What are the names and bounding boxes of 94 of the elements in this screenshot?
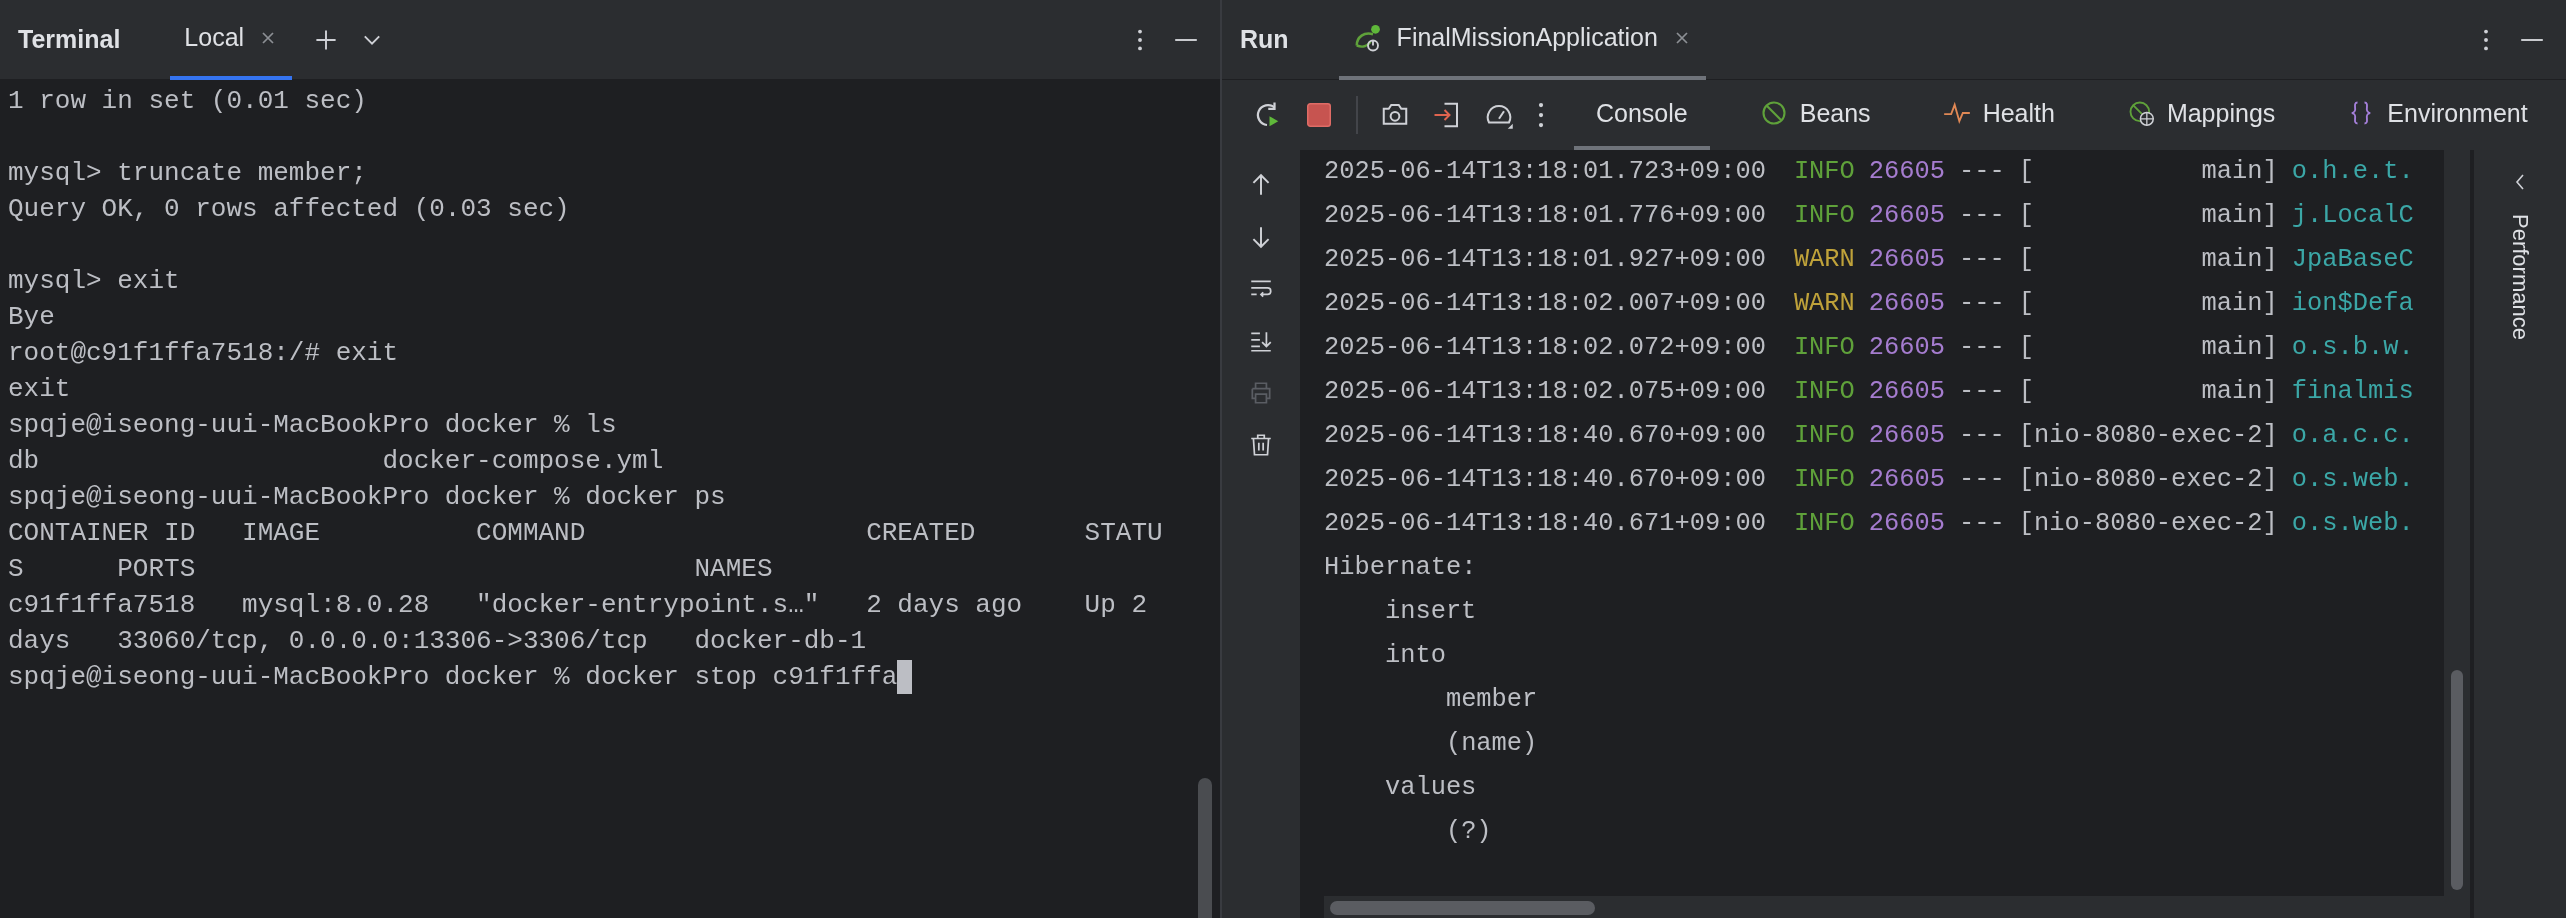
more-options-icon[interactable]: [1536, 100, 1546, 130]
terminal-tab[interactable]: Local: [170, 0, 293, 80]
log-level: INFO: [1793, 332, 1855, 364]
trash-icon[interactable]: [1248, 432, 1274, 458]
log-level: INFO: [1793, 156, 1855, 188]
logger-name: o.h.e.t.: [2291, 156, 2414, 188]
log-level: WARN: [1793, 244, 1855, 276]
log-separator: ---: [1959, 244, 2005, 276]
log-level: WARN: [1793, 288, 1855, 320]
terminal-line: db docker-compose.yml: [8, 445, 664, 478]
chevron-left-icon[interactable]: [2514, 172, 2526, 192]
process-id: 26605: [1868, 464, 1945, 496]
side-tab[interactable]: Performance: [2507, 214, 2533, 340]
log-separator: ---: [1959, 464, 2005, 496]
terminal-line: spqje@iseong-uui-MacBookPro docker % ls: [8, 409, 617, 442]
logger-name: JpaBaseC: [2291, 244, 2414, 276]
log-timestamp: 2025-06-14T13:18:02.075+09:00: [1324, 376, 1766, 408]
terminal-line: spqje@iseong-uui-MacBookPro docker % docker ps: [8, 481, 726, 514]
log-timestamp: 2025-06-14T13:18:01.776+09:00: [1324, 200, 1766, 232]
log-timestamp: 2025-06-14T13:18:40.670+09:00: [1324, 464, 1766, 496]
process-id: 26605: [1868, 156, 1945, 188]
terminal-line: S PORTS NAMES: [8, 553, 773, 586]
process-id: 26605: [1868, 376, 1945, 408]
scrollbar[interactable]: [1330, 901, 1595, 915]
logger-name: o.s.web.: [2291, 508, 2414, 540]
log-separator: ---: [1959, 420, 2005, 452]
terminal-line: exit: [8, 373, 71, 406]
process-id: 26605: [1868, 420, 1945, 452]
terminal-line: 1 row in set (0.01 sec): [8, 85, 367, 118]
view-tab[interactable]: Environment: [2325, 80, 2550, 150]
log-level: INFO: [1793, 508, 1855, 540]
process-id: 26605: [1868, 200, 1945, 232]
terminal-line: c91f1ffa7518 mysql:8.0.28 "docker-entrypoint.s…" 2 days ago Up 2: [8, 589, 1147, 622]
thread-name: [ main]: [2018, 156, 2278, 188]
log-timestamp: 2025-06-14T13:18:02.072+09:00: [1324, 332, 1766, 364]
logger-name: j.LocalC: [2291, 200, 2414, 232]
terminal-line: root@c91f1ffa7518:/# exit: [8, 337, 399, 370]
scrollbar[interactable]: [1198, 778, 1212, 918]
no-entry-icon: [1759, 99, 1788, 127]
thread-name: [nio-8080-exec-2]: [2018, 420, 2278, 452]
thread-name: [ main]: [2018, 244, 2278, 276]
process-id: 26605: [1868, 244, 1945, 276]
thread-name: [ main]: [2018, 332, 2278, 364]
log-level: INFO: [1793, 420, 1855, 452]
log-separator: ---: [1959, 156, 2005, 188]
view-tab[interactable]: Beans: [1737, 80, 1893, 150]
stop-icon[interactable]: [1304, 100, 1334, 130]
sql-line: Hibernate:: [1324, 552, 1477, 584]
view-tab[interactable]: Mappings: [2104, 80, 2298, 150]
log-separator: ---: [1959, 288, 2005, 320]
plus-icon[interactable]: [314, 27, 339, 52]
sql-line: into: [1383, 640, 1446, 672]
thread-name: [ main]: [2018, 376, 2278, 408]
log-timestamp: 2025-06-14T13:18:40.670+09:00: [1324, 420, 1766, 452]
terminal-line: Query OK, 0 rows affected (0.03 sec): [8, 193, 570, 226]
logger-name: ion$Defa: [2291, 288, 2414, 320]
sql-line: insert: [1383, 596, 1477, 628]
scrollbar[interactable]: [2451, 670, 2463, 890]
logger-name: finalmis: [2291, 376, 2414, 408]
thread-name: [nio-8080-exec-2]: [2018, 464, 2278, 496]
logger-name: o.s.b.w.: [2291, 332, 2414, 364]
sql-line: (?): [1444, 816, 1492, 848]
thread-name: [ main]: [2018, 288, 2278, 320]
terminal-line: days 33060/tcp, 0.0.0.0:13306->3306/tcp docker-db-1: [8, 625, 867, 658]
log-separator: ---: [1959, 508, 2005, 540]
log-level: INFO: [1793, 464, 1855, 496]
sql-line: (name): [1444, 728, 1538, 760]
process-id: 26605: [1868, 508, 1945, 540]
view-tab[interactable]: Health: [1920, 80, 2077, 150]
terminal-line: mysql> exit: [8, 265, 180, 298]
thread-name: [nio-8080-exec-2]: [2018, 508, 2278, 540]
terminal-line: CONTAINER ID IMAGE COMMAND CREATED STATU: [8, 517, 1163, 550]
log-separator: ---: [1959, 200, 2005, 232]
log-timestamp: 2025-06-14T13:18:02.007+09:00: [1324, 288, 1766, 320]
sql-line: member: [1444, 684, 1538, 716]
terminal-line: spqje@iseong-uui-MacBookPro docker % docker stop c91f1ffa: [8, 661, 898, 694]
app-run-icon: [1352, 22, 1383, 53]
log-timestamp: 2025-06-14T13:18:40.671+09:00: [1324, 508, 1766, 540]
process-id: 26605: [1868, 288, 1945, 320]
terminal-line: Bye: [8, 301, 55, 334]
log-timestamp: 2025-06-14T13:18:01.723+09:00: [1324, 156, 1766, 188]
terminal-line: mysql> truncate member;: [8, 157, 367, 190]
log-level: INFO: [1793, 200, 1855, 232]
log-separator: ---: [1959, 376, 2005, 408]
logger-name: o.a.c.c.: [2291, 420, 2414, 452]
panel-title: Terminal: [18, 25, 121, 54]
log-level: INFO: [1793, 376, 1855, 408]
log-separator: ---: [1959, 332, 2005, 364]
thread-name: [ main]: [2018, 200, 2278, 232]
logger-name: o.s.web.: [2291, 464, 2414, 496]
panel-title: Run: [1240, 25, 1289, 54]
process-id: 26605: [1868, 332, 1945, 364]
log-timestamp: 2025-06-14T13:18:01.927+09:00: [1324, 244, 1766, 276]
sql-line: values: [1383, 772, 1477, 804]
